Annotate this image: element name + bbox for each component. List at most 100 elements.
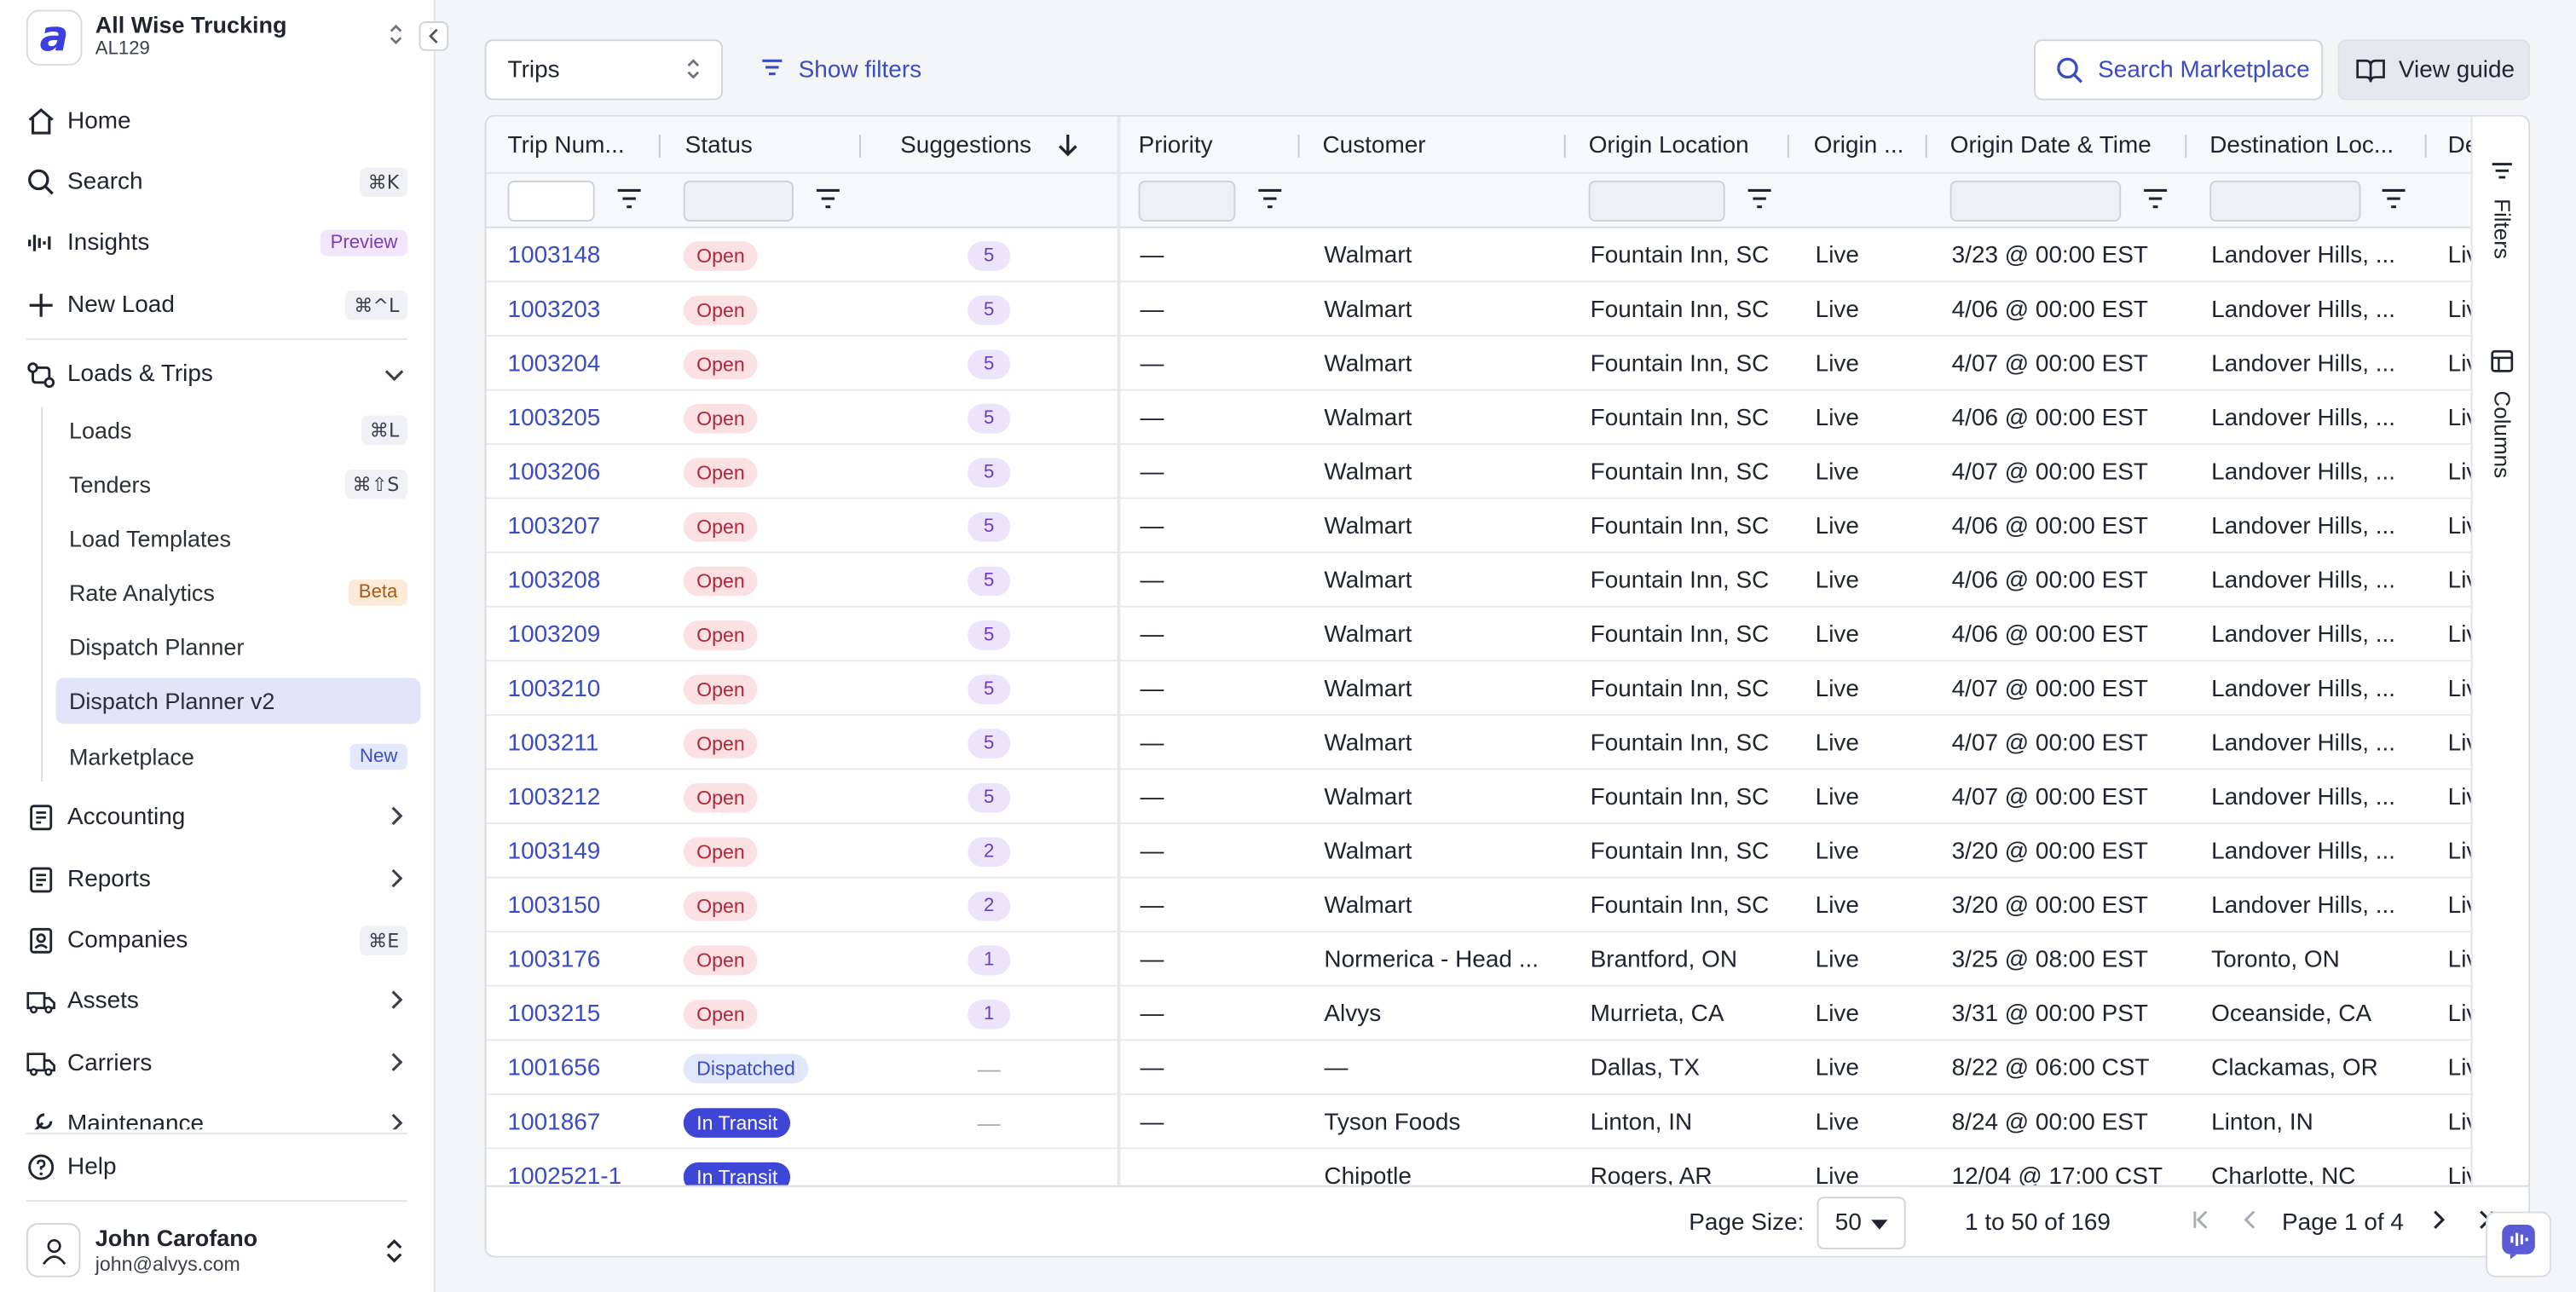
suggestions-badge[interactable]: 5 [967,673,1011,704]
nav-dispatch-planner[interactable]: Dispatch Planner [56,624,421,670]
nav-carriers[interactable]: Carriers [20,1039,420,1088]
column-resizer[interactable] [658,134,661,158]
previous-page-button[interactable] [2232,1207,2266,1240]
priority-filter-input[interactable] [1138,180,1236,222]
table-row[interactable]: 1002521-1 In Transit Chipotle Rogers, AR Liv… [486,1149,2471,1185]
column-resizer[interactable] [1787,134,1789,158]
column-header-origin-type[interactable]: Origin ... [1814,117,1915,174]
table-row[interactable]: 1003209 Open 5 — Walmart Fountain Inn, SC Live… [486,607,2471,662]
status-filter-input[interactable] [683,180,794,222]
trip-number-link[interactable]: 1002521-1 [508,1149,659,1185]
nav-home[interactable]: Home [20,97,420,147]
trip-number-link[interactable]: 1003210 [508,661,659,716]
first-page-button[interactable] [2185,1207,2218,1240]
column-header-origin-location[interactable]: Origin Location [1589,117,1770,174]
page-size-select[interactable]: 50 [1816,1197,1906,1249]
suggestions-badge[interactable]: 5 [967,565,1011,596]
trip-number-link[interactable]: 1003203 [508,282,659,337]
filter-icon[interactable] [1256,187,1283,219]
nav-help[interactable]: Help [20,1143,420,1192]
suggestions-badge[interactable]: 5 [967,402,1011,433]
column-resizer[interactable] [2185,134,2187,158]
table-row[interactable]: 1003203 Open 5 — Walmart Fountain Inn, SC Live… [486,282,2471,337]
trip-number-link[interactable]: 1003205 [508,390,659,445]
nav-assets[interactable]: Assets [20,977,420,1026]
column-resizer[interactable] [1297,134,1300,158]
nav-loads-trips[interactable]: Loads & Trips [20,349,420,399]
trip-number-link[interactable]: 1003204 [508,337,659,391]
trip-number-link[interactable]: 1003149 [508,824,659,879]
suggestions-badge[interactable]: 5 [967,728,1011,758]
table-row[interactable]: 1003206 Open 5 — Walmart Fountain Inn, SC Live… [486,445,2471,499]
trip-number-link[interactable]: 1001867 [508,1095,659,1150]
trip-number-link[interactable]: 1003206 [508,445,659,499]
view-select[interactable]: Trips [484,39,724,101]
nav-new-load[interactable]: New Load ⌘^L [20,280,420,330]
column-resizer[interactable] [1563,134,1566,158]
column-header-trip-number[interactable]: Trip Num... [508,117,639,174]
user-menu[interactable]: John Carofano john@alvys.com [26,1218,414,1283]
trip-number-link[interactable]: 1003148 [508,228,659,283]
search-marketplace-button[interactable]: Search Marketplace [2033,39,2324,101]
trip-number-link[interactable]: 1003208 [508,553,659,608]
column-header-customer[interactable]: Customer [1322,117,1519,174]
nav-rate-analytics[interactable]: Rate Analytics Beta [56,569,421,615]
table-row[interactable]: 1003205 Open 5 — Walmart Fountain Inn, SC Live… [486,390,2471,446]
table-row[interactable]: 1003215 Open 1 — Alvys Murrieta, CA Live 3/31 @… [486,986,2471,1041]
filter-icon[interactable] [2381,187,2407,219]
filter-icon[interactable] [616,187,643,219]
trip-number-link[interactable]: 1003209 [508,608,659,662]
column-resizer[interactable] [2424,134,2427,158]
column-resizer[interactable] [858,134,861,158]
trip-number-filter-input[interactable] [507,180,595,222]
suggestions-badge[interactable]: 2 [967,836,1011,867]
column-header-suggestions[interactable]: Suggestions [900,117,1051,174]
origin-date-filter-input[interactable] [1949,180,2122,222]
suggestions-badge[interactable]: 5 [967,782,1011,812]
filter-icon[interactable] [2142,187,2169,219]
table-row[interactable]: 1003204 Open 5 — Walmart Fountain Inn, SC Live… [486,336,2471,391]
nav-reports[interactable]: Reports [20,856,420,905]
suggestions-badge[interactable]: 5 [967,349,1011,379]
table-row[interactable]: 1003208 Open 5 — Walmart Fountain Inn, SC Live… [486,553,2471,608]
trip-number-link[interactable]: 1003212 [508,770,659,824]
column-resizer[interactable] [1925,134,1927,158]
nav-maintenance[interactable]: Maintenance [20,1100,420,1130]
nav-companies[interactable]: Companies ⌘E [20,916,420,966]
trip-number-link[interactable]: 1001656 [508,1041,659,1095]
suggestions-badge[interactable]: 5 [967,240,1011,270]
filter-icon[interactable] [815,187,841,219]
suggestions-badge[interactable]: 1 [967,999,1011,1029]
column-header-destination-location[interactable]: Destination Loc... [2209,117,2415,174]
column-header-priority[interactable]: Priority [1139,117,1270,174]
table-row[interactable]: 1001656 Dispatched — — — Dallas, TX Live 8/22 @… [486,1041,2471,1095]
org-switcher[interactable]: a All Wise Trucking AL129 [26,9,414,66]
collapse-sidebar-button[interactable] [419,21,449,51]
nav-dispatch-planner-v2[interactable]: Dispatch Planner v2 [55,678,421,724]
suggestions-badge[interactable]: 2 [967,891,1011,920]
columns-panel-tab[interactable]: Columns [2473,349,2529,478]
table-row[interactable]: 1003148 Open 5 — Walmart Fountain Inn, SC Live… [486,228,2471,283]
suggestions-badge[interactable]: 5 [967,620,1011,649]
next-page-button[interactable] [2423,1207,2457,1240]
table-row[interactable]: 1003207 Open 5 — Walmart Fountain Inn, SC Live… [486,499,2471,554]
destination-location-filter-input[interactable] [2209,180,2361,222]
filters-panel-tab[interactable]: Filters [2473,159,2529,259]
trip-number-link[interactable]: 1003211 [508,716,659,770]
nav-load-templates[interactable]: Load Templates [56,516,421,562]
table-row[interactable]: 1003149 Open 2 — Walmart Fountain Inn, SC Live… [486,824,2471,879]
column-header-destination-type[interactable]: De [2448,117,2471,174]
view-guide-button[interactable]: View guide [2337,39,2531,101]
nav-insights[interactable]: Insights Preview [20,218,420,268]
nav-search[interactable]: Search ⌘K [20,158,420,207]
table-row[interactable]: 1003212 Open 5 — Walmart Fountain Inn, SC Live… [486,770,2471,825]
table-row[interactable]: 1001867 In Transit — — Tyson Foods Linton, IN… [486,1094,2471,1150]
column-header-status[interactable]: Status [685,117,833,174]
suggestions-badge[interactable]: 5 [967,294,1011,325]
support-chat-button[interactable] [2486,1211,2552,1278]
suggestions-badge[interactable]: 1 [967,944,1011,975]
column-header-origin-date-time[interactable]: Origin Date & Time [1950,117,2172,174]
trip-number-link[interactable]: 1003176 [508,932,659,987]
filter-icon[interactable] [1747,187,1773,219]
trip-number-link[interactable]: 1003207 [508,499,659,554]
